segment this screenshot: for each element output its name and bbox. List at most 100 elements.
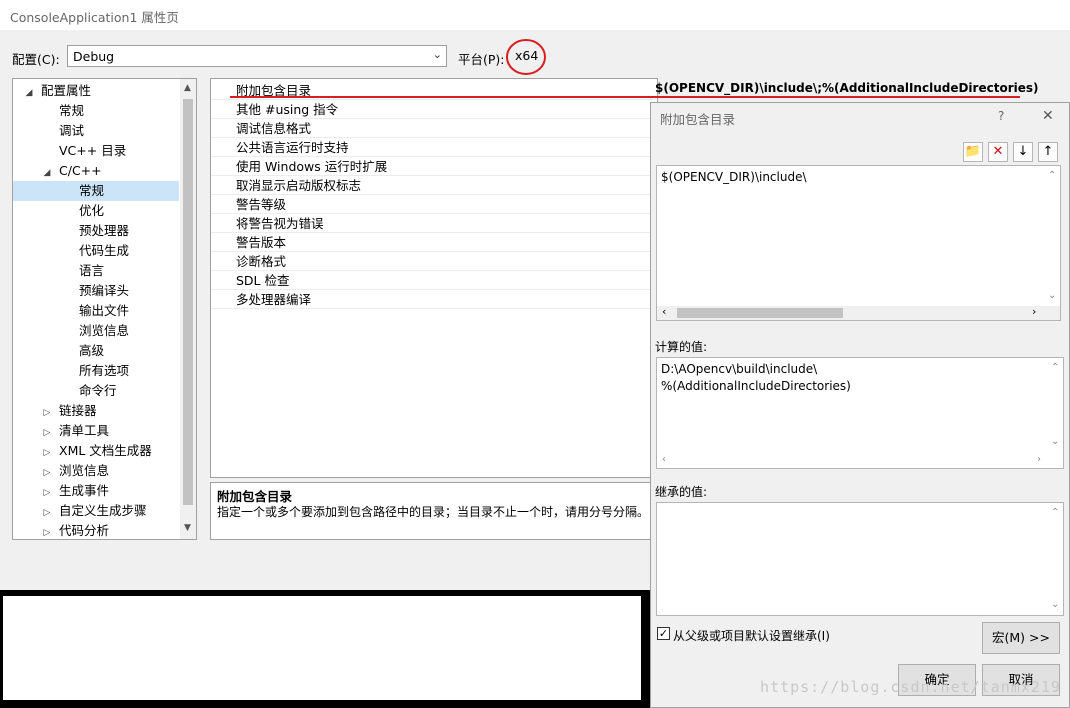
property-name: 取消显示启动版权标志: [236, 178, 362, 193]
property-row[interactable]: 警告等级: [211, 195, 656, 214]
tree-item[interactable]: 高级: [13, 341, 179, 361]
property-tree[interactable]: ◢ 配置属性 常规 调试 VC++ 目录 ◢ C/C++ 常规 优化 预处理器 代码生成 语言 预编译头…: [12, 78, 197, 540]
tree-item[interactable]: ▷ 自定义生成步骤: [13, 501, 179, 521]
tree-item[interactable]: 输出文件: [13, 301, 179, 321]
scroll-left-icon[interactable]: ‹: [662, 305, 666, 318]
collapsed-icon[interactable]: ▷: [41, 523, 53, 539]
scroll-down-icon[interactable]: ▼: [184, 523, 191, 533]
tree-item[interactable]: 命令行: [13, 381, 179, 401]
h-scroll-thumb[interactable]: [677, 308, 843, 318]
evaluated-line: D:\AOpencv\build\include\: [661, 362, 818, 376]
tree-item-label: 代码生成: [79, 243, 130, 258]
tree-item[interactable]: ▷ 代码分析: [13, 521, 179, 539]
annotation-underline: [230, 96, 1020, 98]
chevron-down-icon: ⌄: [432, 48, 442, 61]
scroll-down-icon[interactable]: ⌄: [1051, 599, 1059, 610]
tree-item[interactable]: ▷ XML 文档生成器: [13, 441, 179, 461]
tree-item[interactable]: ▷ 浏览信息: [13, 461, 179, 481]
dialog-title: 附加包含目录: [660, 112, 736, 127]
collapsed-icon[interactable]: ▷: [41, 403, 53, 423]
tree-item[interactable]: 常规: [13, 181, 179, 201]
platform-label: 平台(P):: [458, 52, 505, 67]
watermark: https://blog.csdn.net/tanmx219: [760, 678, 1061, 696]
tree-item[interactable]: 预编译头: [13, 281, 179, 301]
tree-item[interactable]: ◢ 配置属性: [13, 81, 179, 101]
tree-item-label: 链接器: [59, 403, 97, 418]
property-name: SDL 检查: [236, 273, 290, 288]
tree-item[interactable]: 调试: [13, 121, 179, 141]
description-text: 指定一个或多个要添加到包含路径中的目录；当目录不止一个时，请用分号分隔。: [217, 505, 650, 519]
property-row[interactable]: 将警告视为错误: [211, 214, 656, 233]
inherit-checkbox-label[interactable]: 从父级或项目默认设置继承(I): [673, 627, 830, 644]
tree-scroll-thumb[interactable]: [183, 99, 193, 505]
property-row[interactable]: 使用 Windows 运行时扩展: [211, 157, 656, 176]
selected-property-value[interactable]: $(OPENCV_DIR)\include\;%(AdditionalInclu…: [655, 81, 1039, 95]
tree-item[interactable]: 语言: [13, 261, 179, 281]
scroll-up-icon[interactable]: ▲: [184, 83, 191, 93]
tree-item-label: 配置属性: [41, 83, 92, 98]
delete-icon[interactable]: ✕: [988, 142, 1008, 162]
collapsed-icon[interactable]: ▷: [41, 423, 53, 443]
scroll-up-icon[interactable]: ⌃: [1048, 170, 1056, 181]
property-row[interactable]: 取消显示启动版权标志: [211, 176, 656, 195]
tree-item[interactable]: 所有选项: [13, 361, 179, 381]
config-dropdown[interactable]: Debug ⌄: [67, 45, 447, 67]
collapsed-icon[interactable]: ▷: [41, 503, 53, 523]
tree-item[interactable]: 浏览信息: [13, 321, 179, 341]
title-bar: ConsoleApplication1 属性页: [0, 0, 1070, 30]
scroll-up-icon[interactable]: ⌃: [1051, 362, 1059, 373]
collapsed-icon[interactable]: ▷: [41, 463, 53, 483]
tree-item-label: 调试: [59, 123, 85, 138]
property-row[interactable]: 警告版本: [211, 233, 656, 252]
property-row[interactable]: 公共语言运行时支持: [211, 138, 656, 157]
include-dirs-dialog: 附加包含目录 ? ✕ 📁 ✕ ↓ ↑ $(OPENCV_DIR)\include…: [650, 102, 1070, 708]
description-panel: 附加包含目录 指定一个或多个要添加到包含路径中的目录；当目录不止一个时，请用分号…: [210, 482, 658, 540]
property-row[interactable]: 多处理器编译: [211, 290, 656, 309]
move-up-icon[interactable]: ↑: [1038, 142, 1058, 162]
tree-item[interactable]: 预处理器: [13, 221, 179, 241]
tree-item[interactable]: ◢ C/C++: [13, 161, 179, 181]
collapsed-icon[interactable]: ▷: [41, 483, 53, 503]
property-row[interactable]: 调试信息格式: [211, 119, 656, 138]
tree-item[interactable]: VC++ 目录: [13, 141, 179, 161]
property-grid[interactable]: 附加包含目录 其他 #using 指令 调试信息格式 公共语言运行时支持 使用 Wind…: [210, 78, 1039, 478]
evaluated-label: 计算的值:: [655, 340, 708, 354]
tree-item[interactable]: ▷ 链接器: [13, 401, 179, 421]
tree-item[interactable]: 常规: [13, 101, 179, 121]
property-row[interactable]: 诊断格式: [211, 252, 656, 271]
scroll-right-icon[interactable]: ›: [1032, 305, 1036, 318]
expanded-icon[interactable]: ◢: [41, 163, 53, 183]
tree-item-label: 浏览信息: [59, 463, 110, 478]
scroll-down-icon[interactable]: ⌄: [1048, 290, 1056, 301]
scroll-up-icon[interactable]: ⌃: [1051, 507, 1059, 518]
new-folder-icon[interactable]: 📁: [963, 142, 983, 162]
move-down-icon[interactable]: ↓: [1013, 142, 1033, 162]
tree-item[interactable]: 代码生成: [13, 241, 179, 261]
tree-item[interactable]: 优化: [13, 201, 179, 221]
scroll-down-icon[interactable]: ⌄: [1051, 436, 1059, 447]
close-icon[interactable]: ✕: [1042, 108, 1054, 124]
annotation-circle: [506, 39, 546, 75]
directory-edit-box[interactable]: $(OPENCV_DIR)\include\ ⌃ ⌄ ‹ ›: [656, 165, 1061, 321]
property-row[interactable]: SDL 检查: [211, 271, 656, 290]
tree-item-label: 高级: [79, 343, 105, 358]
scroll-left-icon[interactable]: ‹: [662, 454, 666, 465]
tree-item[interactable]: ▷ 生成事件: [13, 481, 179, 501]
property-row[interactable]: 其他 #using 指令: [211, 100, 656, 119]
tree-scrollbar[interactable]: ▲ ▼: [180, 79, 196, 539]
tree-item-label: VC++ 目录: [59, 143, 127, 158]
directory-entry[interactable]: $(OPENCV_DIR)\include\: [661, 170, 807, 184]
h-scrollbar[interactable]: ‹ ›: [657, 305, 1060, 320]
expanded-icon[interactable]: ◢: [23, 83, 35, 103]
tree-item-label: 自定义生成步骤: [59, 503, 147, 518]
config-value: Debug: [73, 49, 115, 64]
tree-item-label: C/C++: [59, 163, 102, 178]
tree-item-label: 清单工具: [59, 423, 110, 438]
tree-item[interactable]: ▷ 清单工具: [13, 421, 179, 441]
tree-item-label: 浏览信息: [79, 323, 130, 338]
macros-button[interactable]: 宏(M) >>: [982, 622, 1060, 654]
help-icon[interactable]: ?: [998, 109, 1004, 123]
inherit-checkbox[interactable]: ✓: [657, 627, 670, 640]
scroll-right-icon[interactable]: ›: [1037, 454, 1041, 465]
collapsed-icon[interactable]: ▷: [41, 443, 53, 463]
